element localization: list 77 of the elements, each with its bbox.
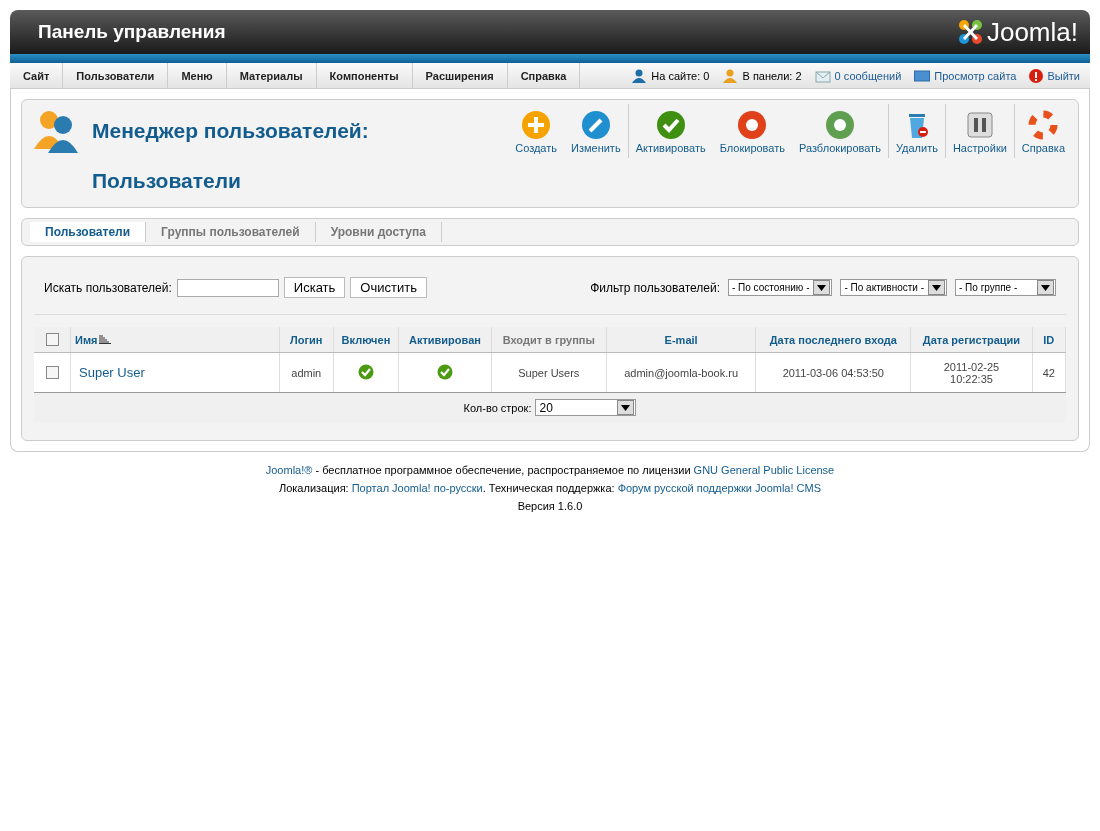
search-field[interactable] <box>176 278 279 297</box>
envelope-icon <box>814 68 831 83</box>
check-icon <box>655 110 686 140</box>
toolbar-button[interactable]: Удалить <box>888 106 945 158</box>
user-name-link[interactable]: Super User <box>79 365 145 380</box>
page-title: Менеджер пользователей: <box>92 119 369 143</box>
footer-link[interactable]: GNU General Public License <box>693 464 835 476</box>
table-cell: 42 <box>1042 366 1055 379</box>
logo: Joomla! <box>954 16 1078 48</box>
tab[interactable]: Группы пользователей <box>146 222 316 242</box>
column-header: Входит в группы <box>502 333 595 346</box>
users-icon <box>34 109 80 153</box>
select-all-checkbox[interactable] <box>45 333 59 347</box>
table-cell: 2011-03-06 04:53:50 <box>782 366 884 379</box>
user-icon <box>722 68 739 83</box>
logout-icon <box>1029 68 1044 83</box>
filter-label: Фильтр пользователей: <box>590 280 720 295</box>
caret-icon <box>1041 284 1050 291</box>
caret-icon <box>621 404 631 411</box>
toolbar-button[interactable]: Разблокировать <box>792 106 888 158</box>
menu-item[interactable]: Расширения <box>412 63 508 88</box>
row-checkbox[interactable] <box>45 366 59 380</box>
check-icon[interactable] <box>357 363 374 380</box>
user-icon <box>631 68 648 83</box>
menu-item[interactable]: Компоненты <box>316 63 413 88</box>
sort-icon[interactable] <box>99 334 112 344</box>
table-cell: 2011-02-25 10:22:35 <box>943 360 1000 385</box>
switch-panel-icon <box>964 110 995 140</box>
menu-item[interactable]: Справка <box>507 63 581 88</box>
panel-title: Панель управления <box>38 21 226 43</box>
toolbar-button[interactable]: Изменить <box>564 106 628 158</box>
menu-item[interactable]: Меню <box>168 63 227 88</box>
column-header[interactable]: E-mail <box>664 333 698 346</box>
status-link[interactable]: Просмотр сайта <box>934 69 1017 82</box>
status-link[interactable]: Выйти <box>1047 69 1080 82</box>
filter-dropdown[interactable]: - По активности - <box>840 279 947 296</box>
filter-dropdown[interactable]: - По группе - <box>955 279 1056 296</box>
filter-dropdown[interactable]: - По состоянию - <box>728 279 833 296</box>
status-text: На сайте: 0 <box>651 69 710 82</box>
table-cell: admin <box>291 366 322 379</box>
caret-icon <box>817 284 827 291</box>
toolbar-button[interactable]: Настройки <box>945 106 1014 158</box>
record-icon <box>824 110 855 140</box>
status-link[interactable]: 0 сообщений <box>834 69 902 82</box>
search-button[interactable]: Искать <box>283 277 346 298</box>
plus-icon <box>521 110 552 140</box>
footer-text: Версия 1.6.0 <box>516 500 584 512</box>
caret-icon <box>932 284 941 291</box>
table-cell: Super Users <box>518 366 580 379</box>
lifebuoy-icon <box>1028 110 1059 140</box>
footer-text: Локализация: Портал Joomla! по-русски. Техническая поддержка: Форум русской поддержки Joomla! CMS <box>277 482 823 494</box>
screen-icon <box>914 69 931 82</box>
check-icon[interactable] <box>436 363 453 380</box>
column-header[interactable]: Имя <box>75 333 98 346</box>
status-text: В панели: 2 <box>742 69 802 82</box>
menu-item[interactable]: Материалы <box>226 63 317 88</box>
rows-dropdown[interactable]: 20 <box>535 399 637 416</box>
toolbar-button[interactable]: Справка <box>1014 106 1072 158</box>
menu-item[interactable]: Пользователи <box>63 63 169 88</box>
footer-link[interactable]: Портал Joomla! по-русски <box>351 482 483 494</box>
record-icon <box>737 110 768 140</box>
page-subtitle: Пользователи <box>92 169 242 193</box>
pencil-icon <box>580 110 611 140</box>
toolbar-button[interactable]: Создать <box>508 106 564 158</box>
tab[interactable]: Уровни доступа <box>315 222 442 242</box>
toolbar-button[interactable]: Блокировать <box>712 106 792 158</box>
search-label: Искать пользователей: <box>44 280 172 295</box>
column-header[interactable]: ID <box>1043 333 1055 346</box>
footer-link[interactable]: Форум русской поддержки Joomla! CMS <box>617 482 822 494</box>
table-cell: admin@joomla-book.ru <box>624 366 739 379</box>
clear-button[interactable]: Очистить <box>350 277 427 298</box>
toolbar-button[interactable]: Активировать <box>628 106 713 158</box>
rows-label: Кол-во строк: <box>463 401 532 414</box>
footer-link[interactable]: Joomla!® <box>265 464 313 476</box>
tab[interactable]: Пользователи <box>30 222 147 242</box>
footer-text: Joomla!® - бесплатное программное обеспечение, распространяемое по лицензии GNU General Public License <box>264 464 836 476</box>
menu-item[interactable]: Сайт <box>10 63 64 88</box>
